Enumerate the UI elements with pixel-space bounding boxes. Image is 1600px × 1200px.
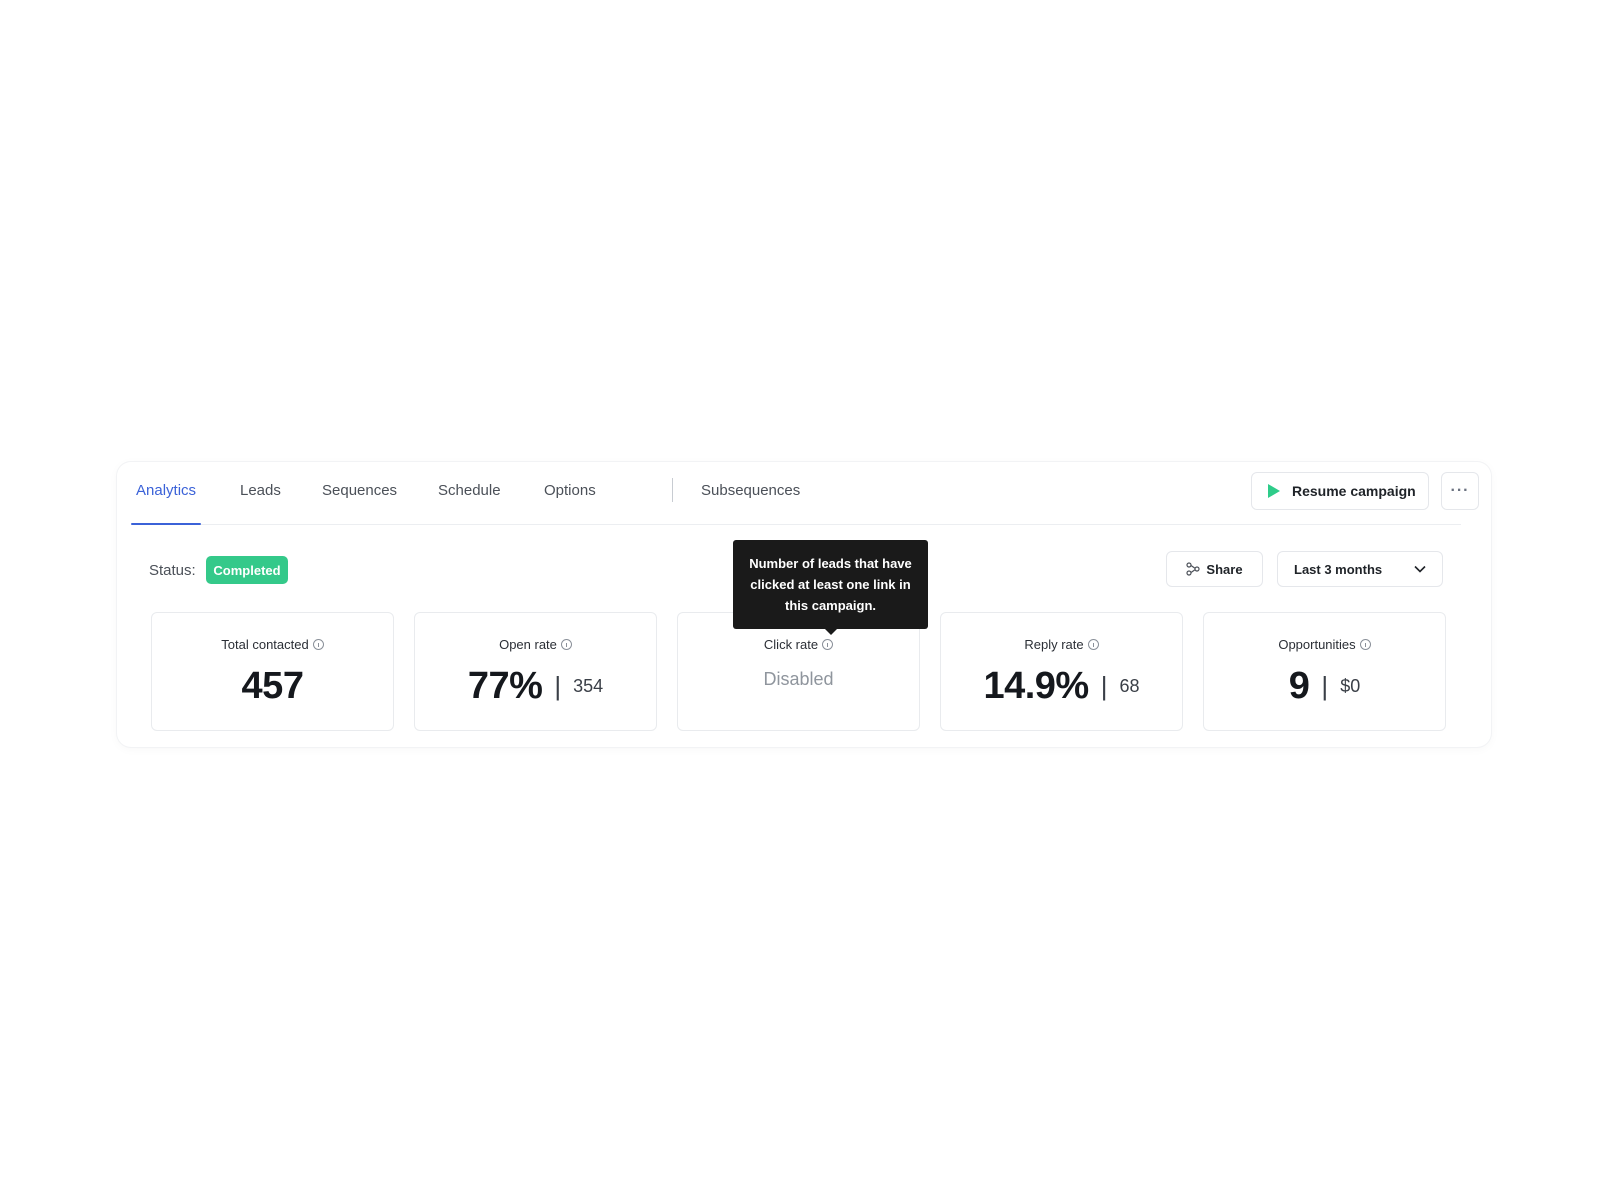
tab-sequences[interactable]: Sequences: [322, 482, 397, 524]
metric-label: Open rate: [499, 637, 557, 652]
info-icon[interactable]: [312, 639, 324, 650]
tab-subsequences[interactable]: Subsequences: [701, 482, 800, 524]
metric-label-wrap: Open rate: [415, 637, 656, 652]
metric-label: Total contacted: [221, 637, 309, 652]
metric-secondary-value: 68: [1119, 676, 1140, 696]
metric-value-wrap: Disabled: [678, 665, 919, 690]
metric-label: Click rate: [763, 637, 819, 652]
value-separator: |: [1321, 671, 1329, 701]
metric-value-wrap: 77% | 354: [415, 665, 656, 708]
tab-divider: [672, 478, 673, 502]
value-separator: |: [554, 671, 562, 701]
metric-value: 457: [241, 665, 304, 707]
tab-leads[interactable]: Leads: [240, 482, 281, 524]
tab-schedule[interactable]: Schedule: [438, 482, 501, 524]
metric-label-wrap: Reply rate: [941, 637, 1182, 652]
metric-value-wrap: 9 | $0: [1204, 665, 1445, 708]
metric-card-click-rate: Click rate Disabled: [677, 612, 920, 731]
metric-secondary-value: $0: [1340, 676, 1361, 696]
metric-value-wrap: 14.9% | 68: [941, 665, 1182, 708]
value-separator: |: [1100, 671, 1108, 701]
play-icon: [1268, 484, 1280, 498]
status-label: Status:: [149, 562, 196, 579]
metric-value: Disabled: [763, 669, 834, 689]
click-rate-tooltip: Number of leads that have clicked at lea…: [733, 540, 928, 635]
chevron-down-icon: [1414, 565, 1426, 573]
more-icon: ···: [1450, 482, 1470, 499]
info-icon[interactable]: [822, 639, 834, 650]
date-range-select[interactable]: Last 3 months: [1277, 551, 1443, 587]
metric-value: 77%: [467, 665, 543, 707]
metric-secondary-value: 354: [573, 676, 604, 696]
metric-label-wrap: Opportunities: [1204, 637, 1445, 652]
metric-label-wrap: Total contacted: [152, 637, 393, 652]
share-label: Share: [1206, 561, 1243, 577]
info-icon[interactable]: [1087, 639, 1099, 650]
tab-analytics[interactable]: Analytics: [130, 482, 202, 525]
more-options-button[interactable]: ···: [1441, 472, 1479, 510]
tab-options[interactable]: Options: [544, 482, 596, 524]
metric-label: Reply rate: [1024, 637, 1084, 652]
share-button[interactable]: Share: [1166, 551, 1263, 587]
info-icon[interactable]: [1359, 639, 1371, 650]
metric-card-opportunities: Opportunities 9 | $0: [1203, 612, 1446, 731]
tooltip-text: Number of leads that have clicked at lea…: [749, 556, 912, 613]
metric-card-reply-rate: Reply rate 14.9% | 68: [940, 612, 1183, 731]
share-icon: [1186, 562, 1201, 576]
metric-label-wrap: Click rate: [678, 637, 919, 652]
date-range-value: Last 3 months: [1294, 561, 1383, 577]
status-badge: Completed: [206, 556, 288, 584]
tab-bar: Analytics Leads Sequences Schedule Optio…: [130, 462, 1479, 525]
info-icon[interactable]: [560, 639, 572, 650]
metric-value: 14.9%: [983, 665, 1089, 707]
metric-card-open-rate: Open rate 77% | 354: [414, 612, 657, 731]
metric-label: Opportunities: [1278, 637, 1356, 652]
resume-campaign-button[interactable]: Resume campaign: [1251, 472, 1429, 510]
metric-value-wrap: 457: [152, 665, 393, 708]
metric-card-total-contacted: Total contacted 457: [151, 612, 394, 731]
resume-campaign-label: Resume campaign: [1292, 483, 1416, 499]
metric-value: 9: [1288, 665, 1310, 707]
